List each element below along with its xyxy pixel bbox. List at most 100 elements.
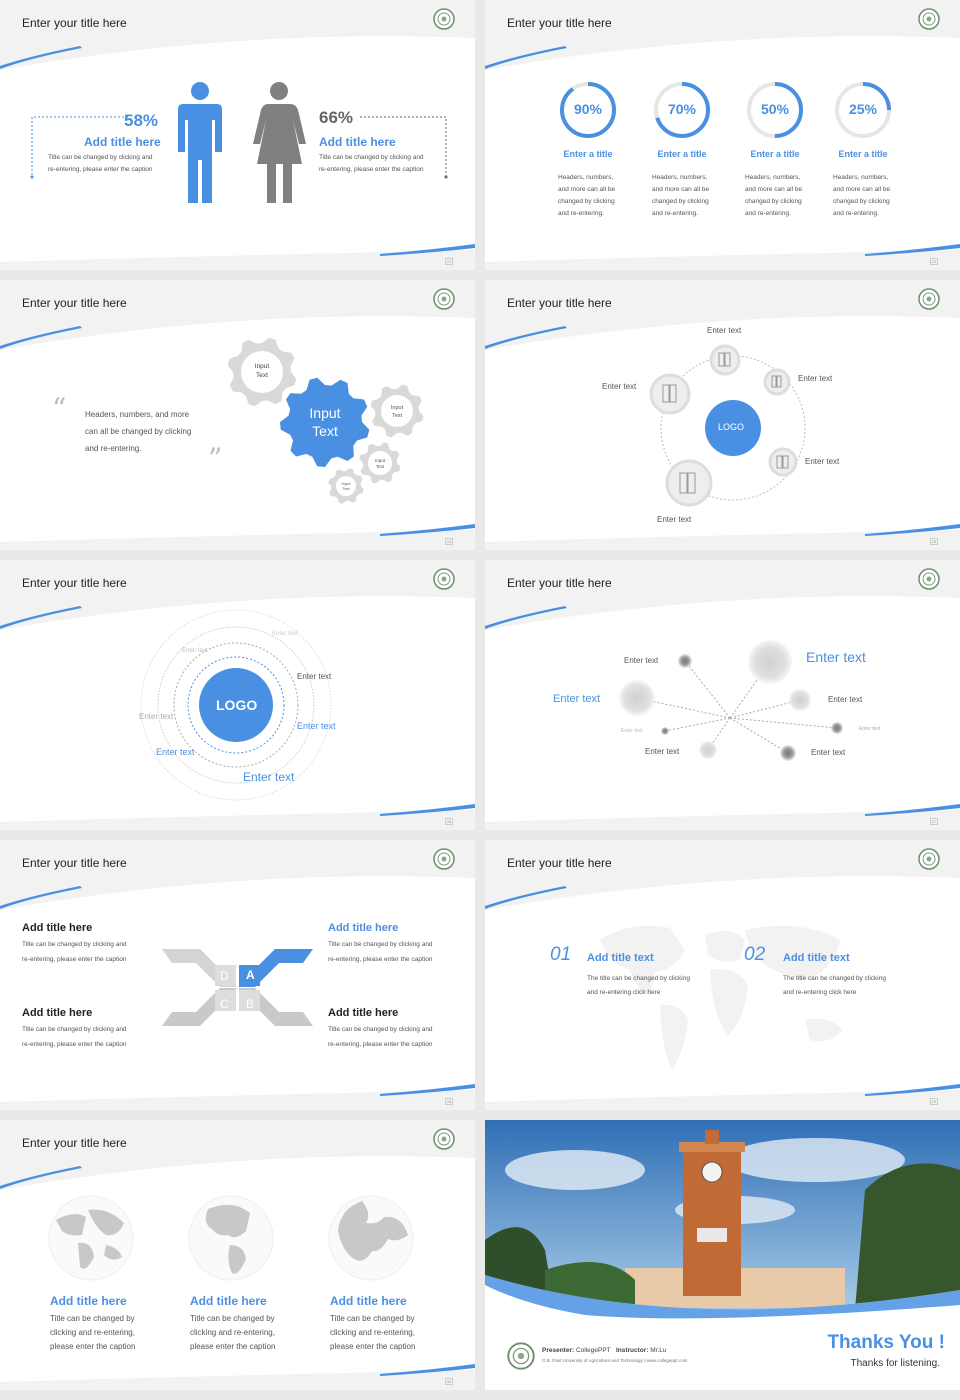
university-seal-icon (918, 8, 940, 30)
globe-icon (48, 1195, 134, 1281)
ring-percent: 25% (848, 101, 878, 117)
gear-hub (368, 451, 392, 475)
gear-label: Text (375, 464, 385, 469)
page-number: 25 (929, 538, 938, 545)
slide-title: Enter your title here (507, 856, 612, 870)
node-label-5: Enter text (811, 748, 846, 757)
slide-8[interactable]: Enter your title here 01 Add title text … (485, 840, 960, 1110)
item-text-2a: The title can be changed by clicking (783, 975, 886, 982)
thanks-subheading: Thanks for listening. (850, 1358, 941, 1369)
ring-percent: 70% (667, 101, 697, 117)
item-text-2b: and re-entering click here (783, 989, 857, 996)
gear-label-big: Input (309, 405, 341, 421)
quote-line-3: and re-entering. (85, 444, 142, 453)
slide-9[interactable]: Enter your title here Add title here Tit… (0, 1120, 475, 1390)
globe-text-2c: please enter the caption (190, 1342, 276, 1351)
ring-label-4: Enter text (139, 712, 174, 721)
globe-title-2: Add title here (190, 1294, 267, 1308)
female-figure-icon (253, 82, 306, 203)
university-seal-icon (433, 1128, 455, 1150)
page-number: 26 (444, 818, 453, 825)
slide-3[interactable]: Enter your title here “ Headers, numbers… (0, 280, 475, 550)
ring-text: Headers, numbers, (652, 174, 708, 181)
header-swoosh (0, 1120, 475, 1190)
slide-10-closing[interactable]: Presenter: CollegePPT Instructor: Mr.Lu … (485, 1120, 960, 1390)
item-title-3: Add title here (22, 1007, 93, 1019)
item-text-1a: The title can be changed by clicking (587, 975, 690, 982)
slide-1[interactable]: Enter your title here 58% Add title here… (0, 0, 475, 270)
globe-title-3: Add title here (330, 1294, 407, 1308)
item-title-2: Add title here (328, 922, 399, 934)
closing-wave (485, 1275, 960, 1390)
server-icon (649, 373, 691, 415)
slide-4[interactable]: Enter your title here LOGO Enter text En… (485, 280, 960, 550)
header-swoosh (0, 840, 475, 910)
item-text-1a: Title can be changed by clicking and (22, 941, 127, 948)
slide-6[interactable]: Enter your title here Enter text Enter t… (485, 560, 960, 830)
slide-2[interactable]: Enter your title here 90% Enter a title He… (485, 0, 960, 270)
ring-title: Enter a title (563, 149, 613, 159)
letter-c: C (220, 997, 229, 1011)
footer-swoosh (0, 1084, 475, 1110)
slide-7[interactable]: Enter your title here Add title here Tit… (0, 840, 475, 1110)
presenter-label: Presenter: (542, 1347, 575, 1354)
item-num-1: 01 (550, 944, 572, 965)
orbit-label-1: Enter text (707, 326, 742, 335)
footer-swoosh (0, 524, 475, 550)
page-number: 23 (929, 258, 938, 265)
university-seal-icon (918, 288, 940, 310)
node-label-6: Enter text (621, 728, 643, 734)
ring-text: and re-entering. (652, 210, 698, 217)
orbit-label-2: Enter text (602, 382, 637, 391)
gear-label: Input (254, 363, 270, 370)
ring-text: and more can all be (558, 186, 616, 193)
male-figure-icon (178, 82, 222, 203)
server-icon (665, 459, 713, 507)
instructor-label: Instructor: (615, 1347, 649, 1354)
ring-title: Enter a title (838, 149, 888, 159)
footer-swoosh (0, 1364, 475, 1390)
footer-swoosh (485, 804, 960, 830)
gear-hub (381, 395, 413, 427)
gear-label: Text (256, 372, 268, 379)
letter-d: D (220, 969, 229, 983)
item-text-2b: re-entering, please enter the caption (328, 956, 433, 963)
footer-swoosh (0, 244, 475, 270)
ring-text: and re-entering. (558, 210, 604, 217)
item-num-2: 02 (744, 944, 766, 965)
ring-text: changed by clicking (745, 198, 802, 205)
slide-5[interactable]: Enter your title here LOGO Enter text En… (0, 560, 475, 830)
ring-title: Enter a title (750, 149, 800, 159)
bracket-right (360, 116, 448, 179)
quote-line-1: Headers, numbers, and more (85, 410, 190, 419)
letter-a: A (246, 968, 255, 982)
item-text-1b: re-entering, please enter the caption (22, 956, 127, 963)
item-text-4b: re-entering, please enter the caption (328, 1041, 433, 1048)
globe-text-3a: Title can be changed by (330, 1314, 415, 1323)
footer-swoosh (0, 804, 475, 830)
quote-line-2: can all be changed by clicking (85, 427, 192, 436)
thanks-heading: Thanks You ! (827, 1332, 945, 1353)
globe-text-1a: Title can be changed by (50, 1314, 135, 1323)
slide-title: Enter your title here (507, 296, 612, 310)
slide-title: Enter your title here (22, 16, 127, 30)
quote-open-icon: “ (52, 392, 67, 425)
gear-label: Input (374, 458, 385, 463)
ring-text: changed by clicking (833, 198, 890, 205)
ring-label-6: Enter text (156, 747, 195, 757)
male-text-1: Title can be changed by clicking and (48, 154, 153, 161)
header-swoosh (485, 840, 960, 910)
globe-text-1b: clicking and re-entering, (50, 1328, 135, 1337)
globe-text-2b: clicking and re-entering, (190, 1328, 275, 1337)
presenter-line: Presenter: CollegePPT Instructor: Mr.Lu (542, 1347, 667, 1354)
gear-label: Text (342, 486, 350, 491)
ring-percent: 90% (573, 101, 603, 117)
ring-text: and re-entering. (745, 210, 791, 217)
globe-text-1c: please enter the caption (50, 1342, 136, 1351)
male-text-2: re-entering, please enter the caption (48, 166, 153, 173)
ring-label-3: Enter text (297, 672, 332, 681)
item-text-3a: Title can be changed by clicking and (22, 1026, 127, 1033)
gear-label: Input (390, 405, 404, 411)
slide-title: Enter your title here (22, 296, 127, 310)
ring-text: changed by clicking (652, 198, 709, 205)
